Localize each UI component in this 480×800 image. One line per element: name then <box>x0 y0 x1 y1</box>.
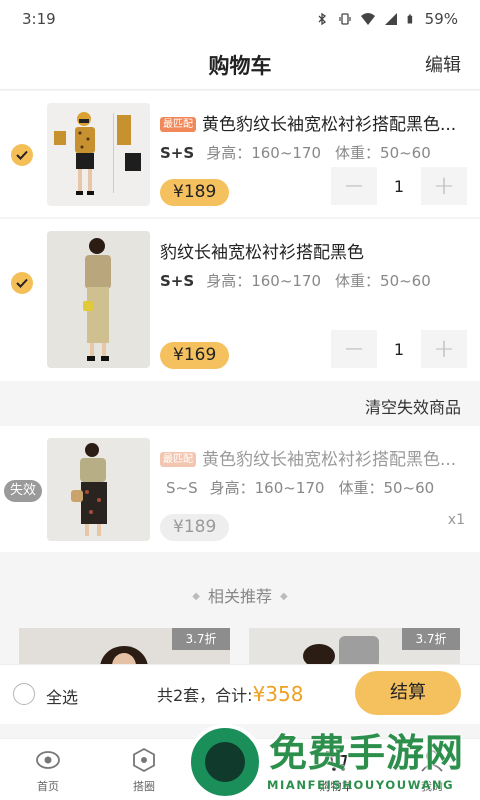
invalid-badge: 失效 <box>4 480 43 502</box>
item-weight: 体重：50~60 <box>335 144 431 162</box>
cart-item: 豹纹长袖宽松衬衫搭配黑色 S+S 身高：160~170 体重：50~60 ¥169 … <box>0 219 480 381</box>
signal-icon <box>384 13 397 25</box>
increase-button[interactable]: + <box>421 330 467 368</box>
item-image[interactable] <box>47 103 150 206</box>
clear-invalid-button[interactable]: 清空失效商品 <box>365 394 461 418</box>
item-title[interactable]: 最匹配 黄色豹纹长袖宽松衬衫搭配黑色... <box>160 445 456 470</box>
title-bar: 购物车 编辑 <box>0 38 480 90</box>
best-match-tag: 最匹配 <box>160 452 196 467</box>
item-checkbox[interactable] <box>11 272 33 294</box>
item-image[interactable] <box>47 438 150 541</box>
recommend-card[interactable]: 3.7折 <box>249 628 460 668</box>
item-price: ¥169 <box>160 342 230 369</box>
outfit-photo <box>47 438 150 541</box>
item-image[interactable] <box>47 231 150 368</box>
decrease-button[interactable]: − <box>331 330 377 368</box>
wifi-icon <box>360 13 375 25</box>
select-all-radio[interactable] <box>13 683 35 705</box>
item-spec: S~S 身高：160~170 体重：50~60 <box>166 477 434 498</box>
status-time: 3:19 <box>22 10 56 28</box>
check-icon <box>16 150 28 160</box>
item-size: S~S <box>166 479 198 497</box>
status-bar: 3:19 59% <box>0 0 480 38</box>
item-title[interactable]: 最匹配 黄色豹纹长袖宽松衬衫搭配黑色... <box>160 110 456 135</box>
recommend-card[interactable]: 3.7折 <box>19 628 230 668</box>
tab-home[interactable]: 首页 <box>18 747 78 794</box>
best-match-tag: 最匹配 <box>160 117 196 132</box>
item-name[interactable]: 豹纹长袖宽松衬衫搭配黑色 <box>160 238 364 263</box>
tab-label: 首页 <box>37 780 59 793</box>
checkout-button[interactable]: 结算 <box>355 671 461 715</box>
tab-label: 我的 <box>421 780 443 793</box>
item-name: 黄色豹纹长袖宽松衬衫搭配黑色... <box>202 450 457 470</box>
bluetooth-icon <box>318 12 326 26</box>
item-height: 身高：160~170 <box>206 144 322 162</box>
shopping-cart-screen: 3:19 59% 购物车 编辑 最匹配 黄色豹纹长袖宽松衬衫搭配黑色... S+… <box>0 0 480 800</box>
item-height: 身高：160~170 <box>209 479 325 497</box>
tab-label: 搭圈 <box>133 780 155 793</box>
item-height: 身高：160~170 <box>206 272 322 290</box>
outfit-photo <box>47 103 150 206</box>
discount-badge: 3.7折 <box>172 628 230 650</box>
decrease-button[interactable]: − <box>331 167 377 205</box>
eye-icon <box>36 751 60 769</box>
item-weight: 体重：50~60 <box>338 479 435 497</box>
battery-percent: 59% <box>424 10 458 28</box>
page-title: 购物车 <box>208 54 272 78</box>
item-weight: 体重：50~60 <box>335 272 431 290</box>
item-quantity: x1 <box>447 512 465 528</box>
clear-invalid-bar: 清空失效商品 <box>0 382 480 426</box>
increase-button[interactable]: + <box>421 167 467 205</box>
item-spec: S+S 身高：160~170 体重：50~60 <box>160 142 431 163</box>
invalid-cart-item: 失效 最匹配 黄色豹纹长袖宽松衬衫搭配黑色... S~S 身高：160~170 体重：… <box>0 426 480 552</box>
outfit-photo <box>47 231 150 368</box>
hexagon-icon <box>133 747 155 773</box>
item-price: ¥189 <box>160 179 230 206</box>
item-size: S+S <box>160 272 195 290</box>
tab-mine[interactable]: 我的 <box>402 747 462 794</box>
item-size: S+S <box>160 144 195 162</box>
select-all-label[interactable]: 全选 <box>46 684 78 708</box>
check-icon <box>16 278 28 288</box>
quantity-stepper: − 1 + <box>331 167 467 205</box>
tab-bar: 首页 搭圈 购物车 我的 <box>0 738 480 800</box>
quantity-value[interactable]: 1 <box>377 330 421 368</box>
battery-icon <box>407 14 412 24</box>
item-name: 黄色豹纹长袖宽松衬衫搭配黑色... <box>202 115 457 135</box>
tab-cart[interactable]: 购物车 <box>306 747 366 794</box>
cart-icon <box>326 751 348 771</box>
summary-text: 共2套，合计: <box>157 686 253 705</box>
quantity-stepper: − 1 + <box>331 330 467 368</box>
total-price: ¥358 <box>252 682 304 706</box>
discount-badge: 3.7折 <box>402 628 460 650</box>
user-icon <box>421 750 443 772</box>
cart-item: 最匹配 黄色豹纹长袖宽松衬衫搭配黑色... S+S 身高：160~170 体重：50~… <box>0 91 480 217</box>
tab-circle[interactable]: 搭圈 <box>114 747 174 794</box>
status-icons: 59% <box>315 10 458 28</box>
order-summary: 共2套，合计:¥358 <box>157 682 303 706</box>
quantity-value[interactable]: 1 <box>377 167 421 205</box>
edit-button[interactable]: 编辑 <box>425 51 461 77</box>
item-spec: S+S 身高：160~170 体重：50~60 <box>160 270 431 291</box>
recommend-title: ◆ 相关推荐 ◆ <box>192 587 288 606</box>
checkout-bar: 全选 共2套，合计:¥358 结算 <box>0 664 480 724</box>
vibrate-icon <box>339 13 351 25</box>
tab-label: 购物车 <box>319 780 353 793</box>
item-checkbox[interactable] <box>11 144 33 166</box>
item-price: ¥189 <box>160 514 230 541</box>
